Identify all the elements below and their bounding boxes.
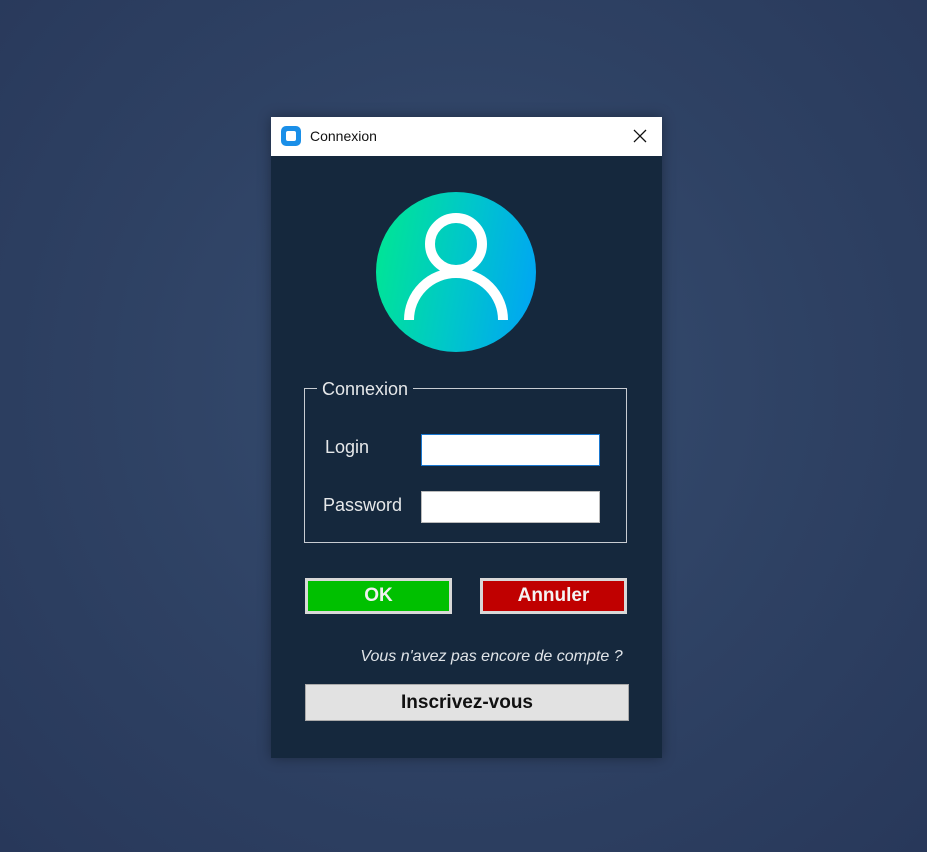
login-dialog: Connexion Connexion Login Password OK An… [271, 117, 662, 758]
avatar [376, 192, 536, 352]
groupbox-legend: Connexion [317, 379, 414, 400]
password-label: Password [323, 495, 403, 515]
connexion-groupbox: Connexion Login Password [304, 379, 627, 543]
app-icon [281, 126, 301, 146]
cancel-button[interactable]: Annuler [480, 578, 627, 614]
login-label: Login [325, 437, 370, 457]
register-button[interactable]: Inscrivez-vous [305, 684, 629, 721]
window-title: Connexion [310, 128, 377, 144]
ok-button[interactable]: OK [305, 578, 452, 614]
password-input[interactable] [421, 491, 600, 523]
close-icon [633, 129, 647, 143]
no-account-prompt: Vous n'avez pas encore de compte ? [360, 648, 623, 665]
title-bar: Connexion [271, 117, 662, 156]
close-button[interactable] [626, 122, 654, 150]
login-input[interactable] [421, 434, 600, 466]
user-icon [404, 213, 508, 321]
